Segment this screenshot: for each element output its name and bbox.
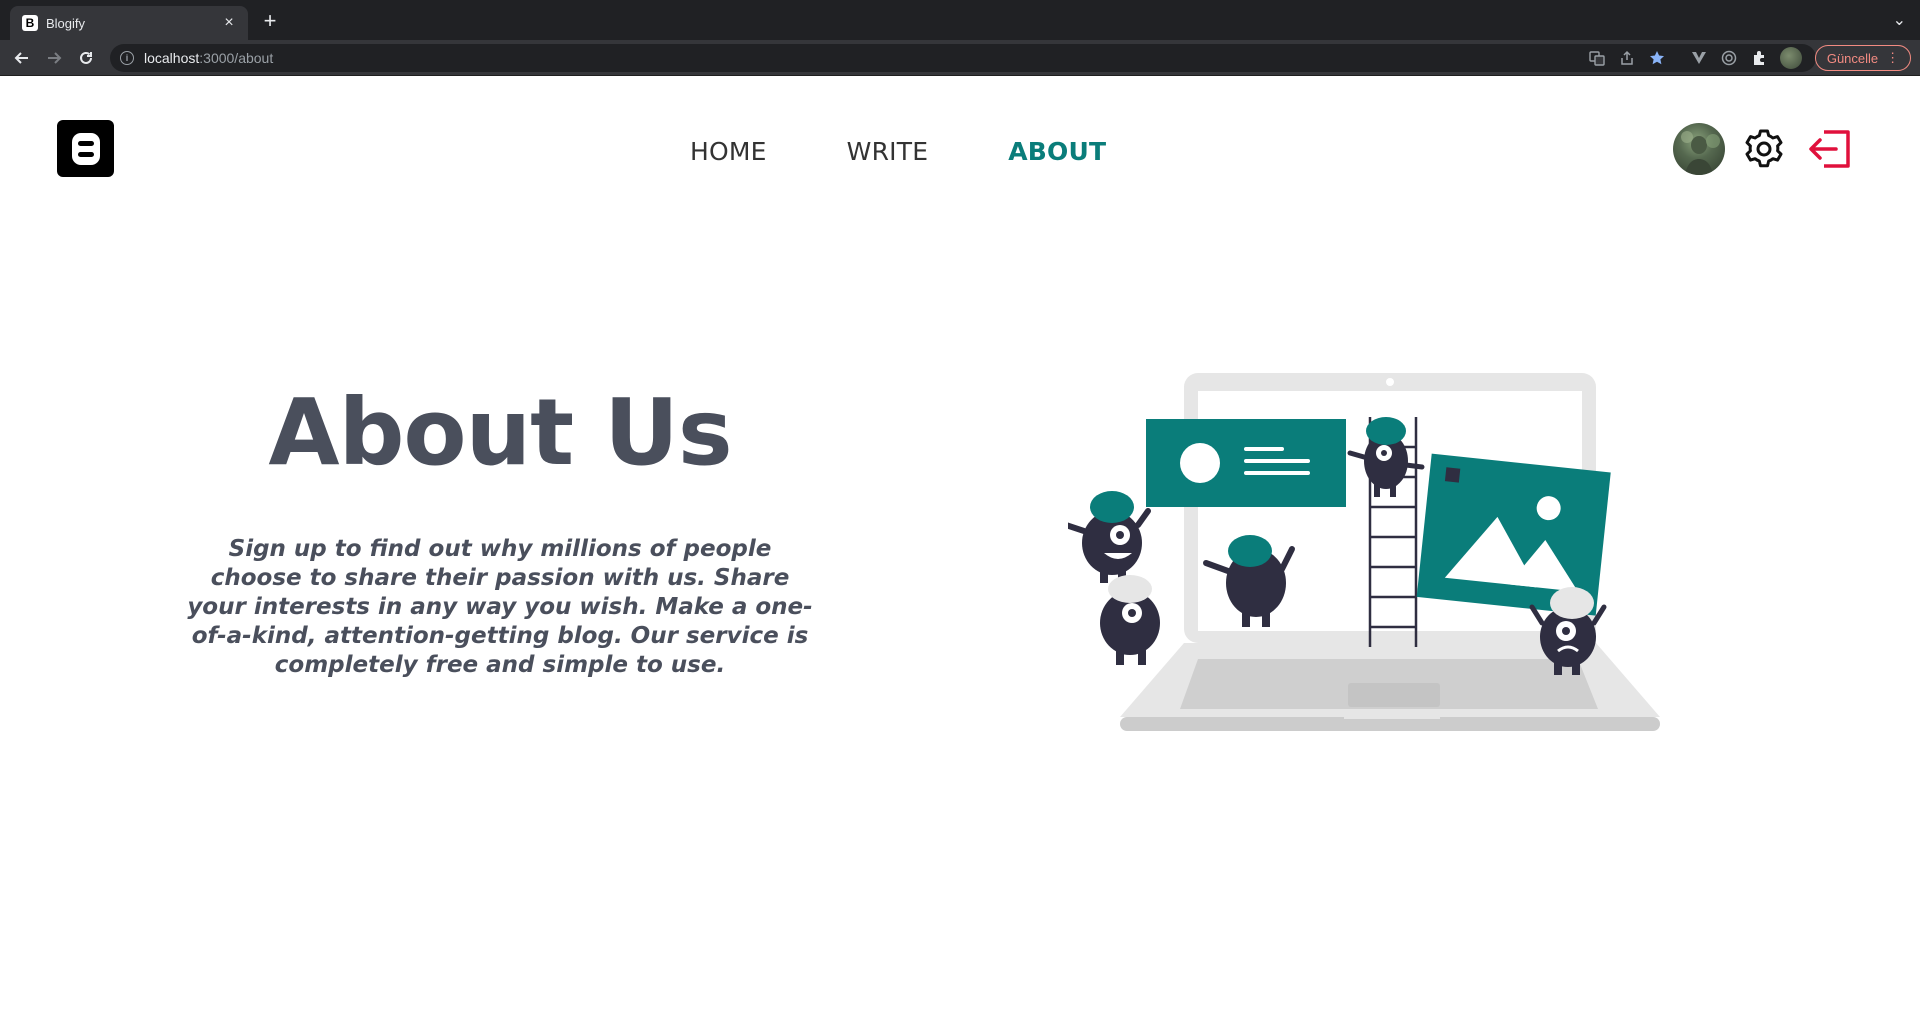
tab-close-icon[interactable]: × [220, 14, 238, 32]
about-description: Sign up to find out why millions of peop… [187, 536, 813, 678]
url-host: localhost [144, 50, 200, 66]
update-label: Güncelle [1826, 50, 1879, 66]
url-text[interactable]: localhost:3000/about [144, 50, 273, 66]
address-bar[interactable]: i localhost:3000/about [110, 44, 1816, 72]
tab-title: Blogify [46, 15, 86, 31]
user-avatar[interactable] [1673, 123, 1725, 175]
nav-home[interactable]: HOME [690, 137, 767, 166]
update-button[interactable]: Güncelle ⋮ [1815, 45, 1911, 71]
url-path: :3000/about [199, 50, 274, 66]
page: HOME WRITE ABOUT About Us Sign up to fin… [0, 77, 1920, 1026]
target-extension-icon[interactable] [1720, 49, 1738, 67]
browser-toolbar: i localhost:3000/about Güncelle ⋮ [0, 40, 1920, 76]
reload-button[interactable] [74, 46, 98, 70]
omnibox-actions [1588, 46, 1666, 70]
extension-icons [1690, 46, 1802, 70]
back-button[interactable] [10, 46, 34, 70]
nav-write[interactable]: WRITE [847, 137, 929, 166]
tab-search-chevron-icon[interactable]: ⌄ [1893, 10, 1906, 30]
bookmark-star-icon[interactable] [1648, 49, 1666, 67]
puzzle-extensions-icon[interactable] [1750, 49, 1768, 67]
about-illustration [1068, 373, 1660, 731]
translate-icon[interactable] [1588, 49, 1606, 67]
forward-button[interactable] [42, 46, 66, 70]
logout-icon[interactable] [1808, 128, 1852, 170]
more-menu-icon: ⋮ [1886, 50, 1900, 65]
main-nav: HOME WRITE ABOUT [690, 137, 1106, 166]
gear-icon[interactable] [1742, 127, 1786, 171]
nav-about[interactable]: ABOUT [1008, 137, 1106, 166]
browser-tab[interactable]: B Blogify × [10, 6, 248, 40]
profile-avatar-icon[interactable] [1780, 47, 1802, 69]
forward-arrow-icon [48, 52, 62, 64]
new-tab-button[interactable]: + [258, 10, 282, 34]
share-icon[interactable] [1618, 49, 1636, 67]
page-title: About Us [268, 379, 732, 486]
blogger-logo-icon[interactable] [57, 120, 114, 177]
browser-tab-bar: B Blogify × + ⌄ [0, 0, 1920, 40]
vue-devtools-icon[interactable] [1690, 49, 1708, 67]
avatar-photo [1681, 131, 1720, 175]
site-info-icon[interactable]: i [120, 51, 134, 65]
tab-favicon-icon: B [22, 15, 38, 31]
back-arrow-icon [14, 52, 28, 64]
logo-b-glyph [71, 132, 100, 165]
reload-icon [80, 51, 92, 64]
